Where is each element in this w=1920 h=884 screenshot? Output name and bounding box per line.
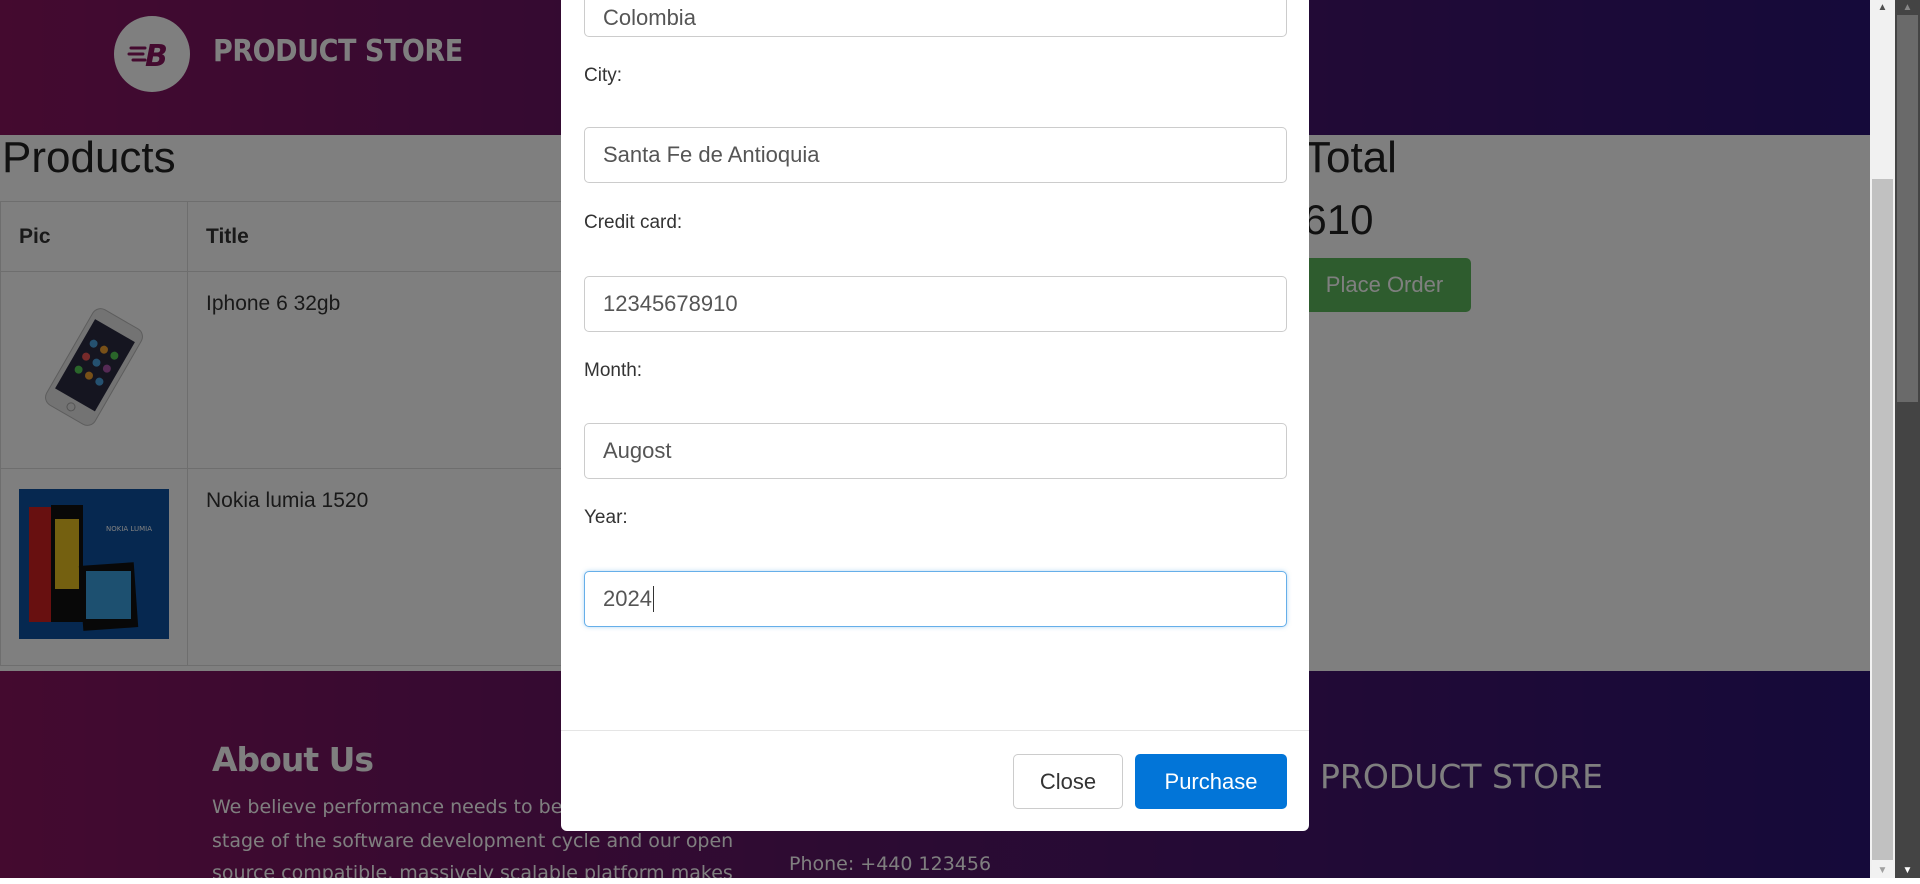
year-input[interactable]: 2024 — [584, 571, 1287, 627]
scroll-down-arrow-icon[interactable]: ▼ — [1870, 865, 1895, 876]
month-label: Month: — [584, 360, 643, 381]
city-label: City: — [584, 65, 622, 86]
year-value: 2024 — [603, 586, 652, 611]
credit-card-input[interactable]: 12345678910 — [584, 276, 1287, 332]
month-input[interactable]: Augost — [584, 423, 1287, 479]
text-caret — [652, 586, 654, 612]
scroll-up-arrow-icon[interactable]: ▲ — [1870, 2, 1895, 13]
credit-card-label: Credit card: — [584, 212, 683, 233]
credit-card-value: 12345678910 — [603, 291, 738, 316]
scrollbar-thumb[interactable] — [1872, 179, 1893, 860]
city-input[interactable]: Santa Fe de Antioquia — [584, 127, 1287, 183]
scrollbar-thumb[interactable] — [1897, 15, 1918, 402]
scroll-up-arrow-icon[interactable]: ▲ — [1895, 2, 1920, 13]
month-value: Augost — [603, 438, 672, 463]
window-scrollbar[interactable]: ▲ ▼ — [1895, 0, 1920, 878]
scroll-down-arrow-icon[interactable]: ▼ — [1895, 865, 1920, 876]
page-scrollbar[interactable]: ▲ ▼ — [1870, 0, 1895, 878]
city-value: Santa Fe de Antioquia — [603, 142, 820, 167]
purchase-button[interactable]: Purchase — [1135, 754, 1287, 809]
country-value: Colombia — [603, 5, 696, 30]
year-label: Year: — [584, 507, 628, 528]
modal-footer-divider — [561, 730, 1309, 731]
place-order-modal: Colombia City: Santa Fe de Antioquia Cre… — [561, 0, 1309, 831]
close-button[interactable]: Close — [1013, 754, 1123, 809]
country-input[interactable]: Colombia — [584, 0, 1287, 37]
